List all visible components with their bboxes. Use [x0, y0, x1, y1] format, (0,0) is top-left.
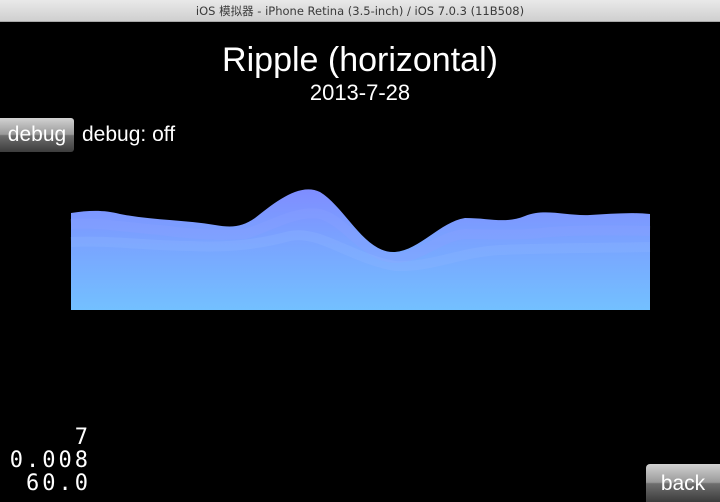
ripple-wave	[70, 189, 651, 310]
debug-stats: 7 0.008 60.0	[3, 426, 91, 495]
stat-line-fps: 60.0	[26, 471, 91, 496]
stat-line-time: 0.008	[9, 448, 91, 473]
stat-line-count: 7	[74, 425, 91, 450]
back-button[interactable]: back	[646, 464, 720, 502]
app-screen: Ripple (horizontal) 2013-7-28 debug debu…	[0, 22, 720, 502]
simulator-window: iOS 模拟器 - iPhone Retina (3.5-inch) / iOS…	[0, 0, 720, 502]
window-title: iOS 模拟器 - iPhone Retina (3.5-inch) / iOS…	[0, 0, 720, 22]
